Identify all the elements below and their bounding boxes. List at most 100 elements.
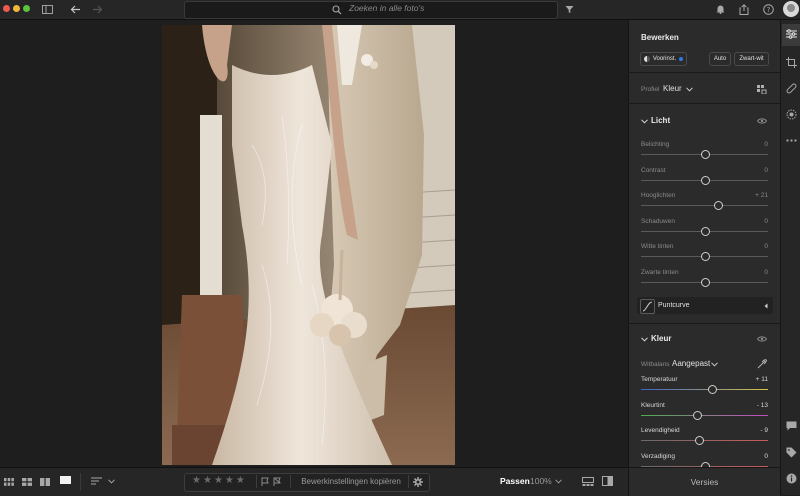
avatar[interactable] [783, 1, 799, 17]
grid-medium-icon[interactable] [21, 476, 33, 488]
versions-button[interactable]: Versies [629, 468, 780, 496]
edit-sliders-icon[interactable] [785, 28, 797, 40]
color-slider-thumb[interactable] [708, 385, 718, 394]
light-slider-thumb[interactable] [700, 252, 710, 261]
star-icon[interactable]: ★ [225, 474, 234, 488]
light-slider-row: Zwarte tinten 0 [629, 269, 780, 289]
zoom-chevron-down-icon[interactable] [553, 475, 563, 487]
grid-large-icon[interactable] [39, 476, 51, 488]
zoom-window-button[interactable] [23, 5, 30, 12]
edit-panel: Bewerken Voorinst. Auto Zwart-wit Profie… [628, 20, 780, 471]
close-window-button[interactable] [3, 5, 10, 12]
star-icon[interactable]: ★ [192, 474, 201, 488]
light-slider-thumb[interactable] [700, 226, 710, 236]
light-slider-value[interactable]: + 21 [741, 192, 768, 199]
chevron-down-icon[interactable] [106, 475, 116, 487]
copy-settings-button[interactable]: Bewerkinstellingen kopiëren [294, 474, 408, 488]
star-rating[interactable]: ★ ★ ★ ★ ★ [192, 474, 245, 488]
fit-zoom-button[interactable]: Passen [500, 476, 530, 486]
top-bar: Zoeken in alle foto's ? [0, 0, 800, 20]
profile-browser-icon[interactable] [756, 83, 768, 95]
light-slider-thumb[interactable] [700, 175, 710, 185]
bottom-toolbar: ★ ★ ★ ★ ★ Bewerkinstellingen kopiëren Passen… [0, 467, 628, 496]
color-chevron-icon[interactable] [639, 334, 649, 344]
color-slider-value[interactable]: - 9 [741, 427, 768, 434]
light-slider-value[interactable]: 0 [741, 141, 768, 148]
settings-gear-icon[interactable] [412, 475, 424, 488]
light-slider-thumb[interactable] [700, 150, 710, 159]
light-slider-thumb[interactable] [714, 201, 724, 210]
white-balance-select[interactable]: Aangepast [672, 359, 710, 368]
star-icon[interactable]: ★ [236, 474, 245, 488]
masking-icon[interactable] [785, 108, 797, 120]
forward-arrow-icon[interactable] [90, 2, 104, 16]
tag-icon[interactable] [785, 446, 797, 458]
grid-small-icon[interactable] [3, 476, 15, 488]
light-slider-row: Schaduwen 0 [629, 218, 780, 238]
black-white-button[interactable]: Zwart-wit [734, 52, 769, 66]
color-slider-value[interactable]: 0 [741, 453, 768, 460]
profile-chevron-down-icon[interactable] [684, 84, 694, 94]
auto-button[interactable]: Auto [709, 52, 731, 66]
light-slider-row: Witte tinten 0 [629, 243, 780, 263]
point-curve-label: Puntcurve [658, 302, 690, 309]
star-icon[interactable]: ★ [214, 474, 223, 488]
color-slider-value[interactable]: - 13 [741, 402, 768, 409]
color-slider-thumb[interactable] [692, 410, 702, 420]
color-slider-track[interactable] [641, 414, 768, 416]
star-icon[interactable]: ★ [203, 474, 212, 488]
back-arrow-icon[interactable] [68, 2, 82, 16]
light-slider-value[interactable]: 0 [741, 218, 768, 225]
sort-icon[interactable] [89, 475, 103, 487]
compare-icon[interactable] [600, 475, 614, 487]
crop-icon[interactable] [785, 56, 797, 68]
share-icon[interactable] [738, 3, 750, 15]
light-slider-row: Belichting 0 [629, 141, 780, 161]
color-slider-thumb[interactable] [695, 436, 705, 445]
filter-icon[interactable] [563, 3, 575, 15]
color-slider-track[interactable] [641, 389, 768, 390]
search-input[interactable]: Zoeken in alle foto's [349, 3, 424, 13]
color-slider-label: Kleurtint [641, 401, 665, 409]
presets-indicator [679, 57, 684, 61]
flag-icon[interactable] [260, 476, 284, 487]
zoom-level[interactable]: 100% [530, 476, 552, 486]
healing-brush-icon[interactable] [785, 82, 797, 94]
color-slider-label: Levendigheid [641, 427, 680, 434]
more-options-icon[interactable] [785, 134, 797, 146]
help-icon[interactable]: ? [762, 3, 774, 15]
light-chevron-icon[interactable] [639, 116, 649, 126]
light-slider-label: Belichting [641, 141, 670, 148]
single-view-icon[interactable] [60, 476, 71, 484]
notification-bell-icon[interactable] [714, 3, 726, 15]
light-slider-thumb[interactable] [700, 277, 710, 287]
light-slider-label: Schaduwen [641, 217, 675, 225]
light-slider-label: Witte tinten [641, 243, 674, 250]
color-slider-label: Verzadiging [641, 452, 675, 460]
light-slider-track[interactable] [641, 205, 768, 206]
light-section-title[interactable]: Licht [651, 116, 670, 125]
profile-select[interactable]: Kleur [663, 84, 682, 93]
minimize-window-button[interactable] [13, 5, 20, 12]
color-visibility-eye-icon[interactable] [756, 334, 768, 344]
sidebar-toggle-icon[interactable] [40, 2, 54, 16]
color-slider-track[interactable] [641, 440, 768, 441]
light-slider-row: Contrast 0 [629, 167, 780, 187]
color-slider-row: Temperatuur + 11 [629, 376, 780, 396]
color-slider-value[interactable]: + 11 [741, 376, 768, 383]
presets-button[interactable]: Voorinst. [640, 52, 687, 66]
presets-icon [643, 56, 650, 62]
filmstrip-icon[interactable] [581, 475, 595, 487]
info-icon[interactable] [785, 472, 797, 484]
color-section-title[interactable]: Kleur [651, 334, 671, 343]
light-slider-value[interactable]: 0 [741, 167, 768, 174]
light-slider-value[interactable]: 0 [741, 269, 768, 276]
comment-icon[interactable] [785, 420, 797, 432]
curve-expand-icon[interactable] [762, 301, 770, 311]
eyedropper-icon[interactable] [756, 358, 768, 370]
light-slider-value[interactable]: 0 [741, 243, 768, 250]
light-visibility-eye-icon[interactable] [756, 116, 768, 126]
light-slider-label: Hooglichten [641, 192, 676, 199]
wb-chevron-down-icon[interactable] [709, 359, 719, 369]
search-box[interactable]: Zoeken in alle foto's [184, 1, 558, 19]
